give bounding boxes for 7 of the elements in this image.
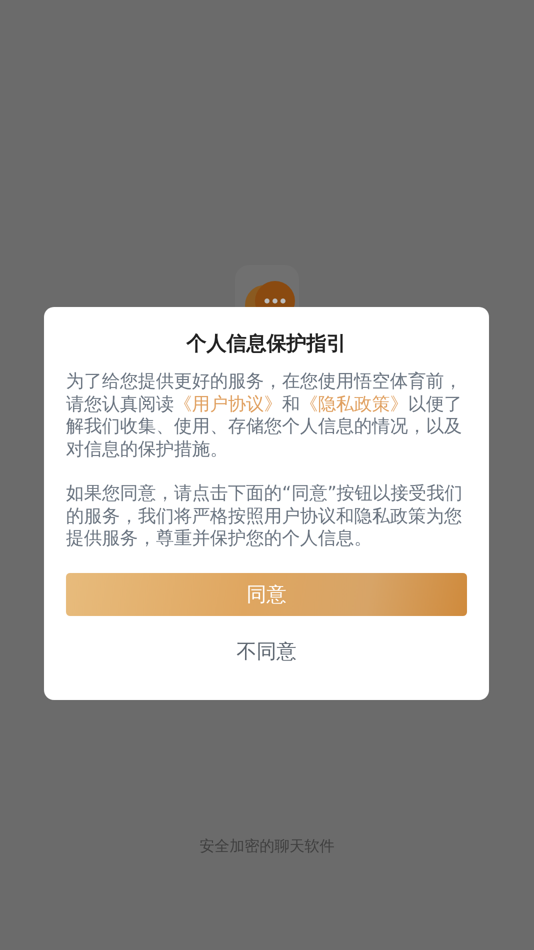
policy-link[interactable]: 《隐私政策》 [300,394,408,414]
dialog-paragraph: 为了给您提供更好的服务，在您使用悟空体育前，请您认真阅读《用户协议》和《隐私政策》以便了解我们收集、使用、存储您个人信息的情况，以及对信息的保护措施。 [66,371,463,461]
agree-button[interactable]: 同意 [66,572,467,616]
dialog-title: 个人信息保护指引 [185,330,348,357]
policy-link[interactable]: 《用户协议》 [174,394,282,414]
disagree-button[interactable]: 不同意 [66,632,467,672]
dialog-paragraph: 如果您同意，请点击下面的“同意”按钮以接受我们的服务，我们将严格按照用户协议和隐私政策为您提供服务，尊重并保护您的个人信息。 [66,483,464,550]
